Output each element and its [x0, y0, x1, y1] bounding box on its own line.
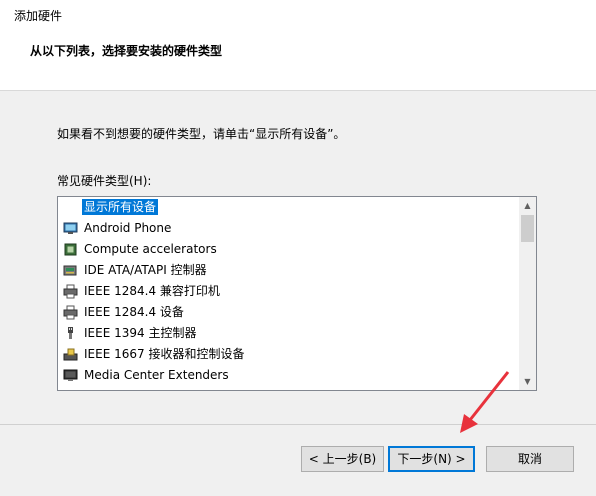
list-item-label: Media Center Extenders: [84, 368, 229, 382]
list-item-label: IDE ATA/ATAPI 控制器: [84, 263, 207, 277]
list-item-show-all-devices[interactable]: 显示所有设备: [58, 197, 520, 218]
cancel-button[interactable]: 取消: [486, 446, 574, 472]
list-item-label: IEEE 1667 接收器和控制设备: [84, 347, 245, 361]
scrollbar-thumb[interactable]: [521, 215, 534, 242]
instruction-text: 如果看不到想要的硬件类型，请单击“显示所有设备”。: [57, 127, 346, 141]
chip-icon: [64, 243, 77, 256]
printer-icon: [63, 305, 78, 320]
list-item-media-center-extenders[interactable]: Media Center Extenders: [58, 365, 520, 386]
list-item-ieee-1667[interactable]: IEEE 1667 接收器和控制设备: [58, 344, 520, 365]
list-item-ide-ata-atapi[interactable]: IDE ATA/ATAPI 控制器: [58, 260, 520, 281]
hardware-list-label: 常见硬件类型(H):: [57, 174, 152, 188]
scroll-up-arrow-icon[interactable]: ▲: [519, 197, 536, 214]
back-button[interactable]: < 上一步(B): [301, 446, 384, 472]
phone-monitor-icon: [63, 222, 78, 234]
reader-icon: [63, 348, 78, 361]
page-heading: 从以下列表，选择要安装的硬件类型: [30, 44, 223, 58]
list-item-label: 显示所有设备: [82, 199, 159, 215]
list-item-label: IEEE 1394 主控制器: [84, 326, 197, 340]
list-item-label: IEEE 1284.4 设备: [84, 305, 184, 319]
wizard-header: 从以下列表，选择要安装的硬件类型: [0, 30, 596, 91]
hardware-type-items: 显示所有设备 Android Phone Compute accelerator…: [58, 197, 520, 386]
list-item-ieee-1284-device[interactable]: IEEE 1284.4 设备: [58, 302, 520, 323]
usb-plug-icon: [68, 327, 73, 339]
hardware-type-list[interactable]: 显示所有设备 Android Phone Compute accelerator…: [57, 196, 537, 391]
list-item-android-phone[interactable]: Android Phone: [58, 218, 520, 239]
list-scrollbar[interactable]: ▲ ▼: [519, 197, 536, 390]
wizard-content: 如果看不到想要的硬件类型，请单击“显示所有设备”。 常见硬件类型(H): 显示所…: [0, 91, 596, 424]
window-title: 添加硬件: [14, 9, 63, 23]
list-item-label: IEEE 1284.4 兼容打印机: [84, 284, 220, 298]
list-item-ieee-1394-host[interactable]: IEEE 1394 主控制器: [58, 323, 520, 344]
scroll-down-arrow-icon[interactable]: ▼: [519, 373, 536, 390]
list-item-ieee-1284-printer[interactable]: IEEE 1284.4 兼容打印机: [58, 281, 520, 302]
title-bar[interactable]: 添加硬件: [0, 0, 596, 30]
monitor-icon: [63, 369, 78, 381]
footer-divider: [0, 424, 596, 425]
list-item-label: Android Phone: [84, 221, 172, 235]
ide-controller-icon: [63, 265, 77, 276]
list-item-compute-accelerators[interactable]: Compute accelerators: [58, 239, 520, 260]
next-button[interactable]: 下一步(N) >: [388, 446, 475, 472]
printer-icon: [63, 284, 78, 299]
list-item-label: Compute accelerators: [84, 242, 217, 256]
